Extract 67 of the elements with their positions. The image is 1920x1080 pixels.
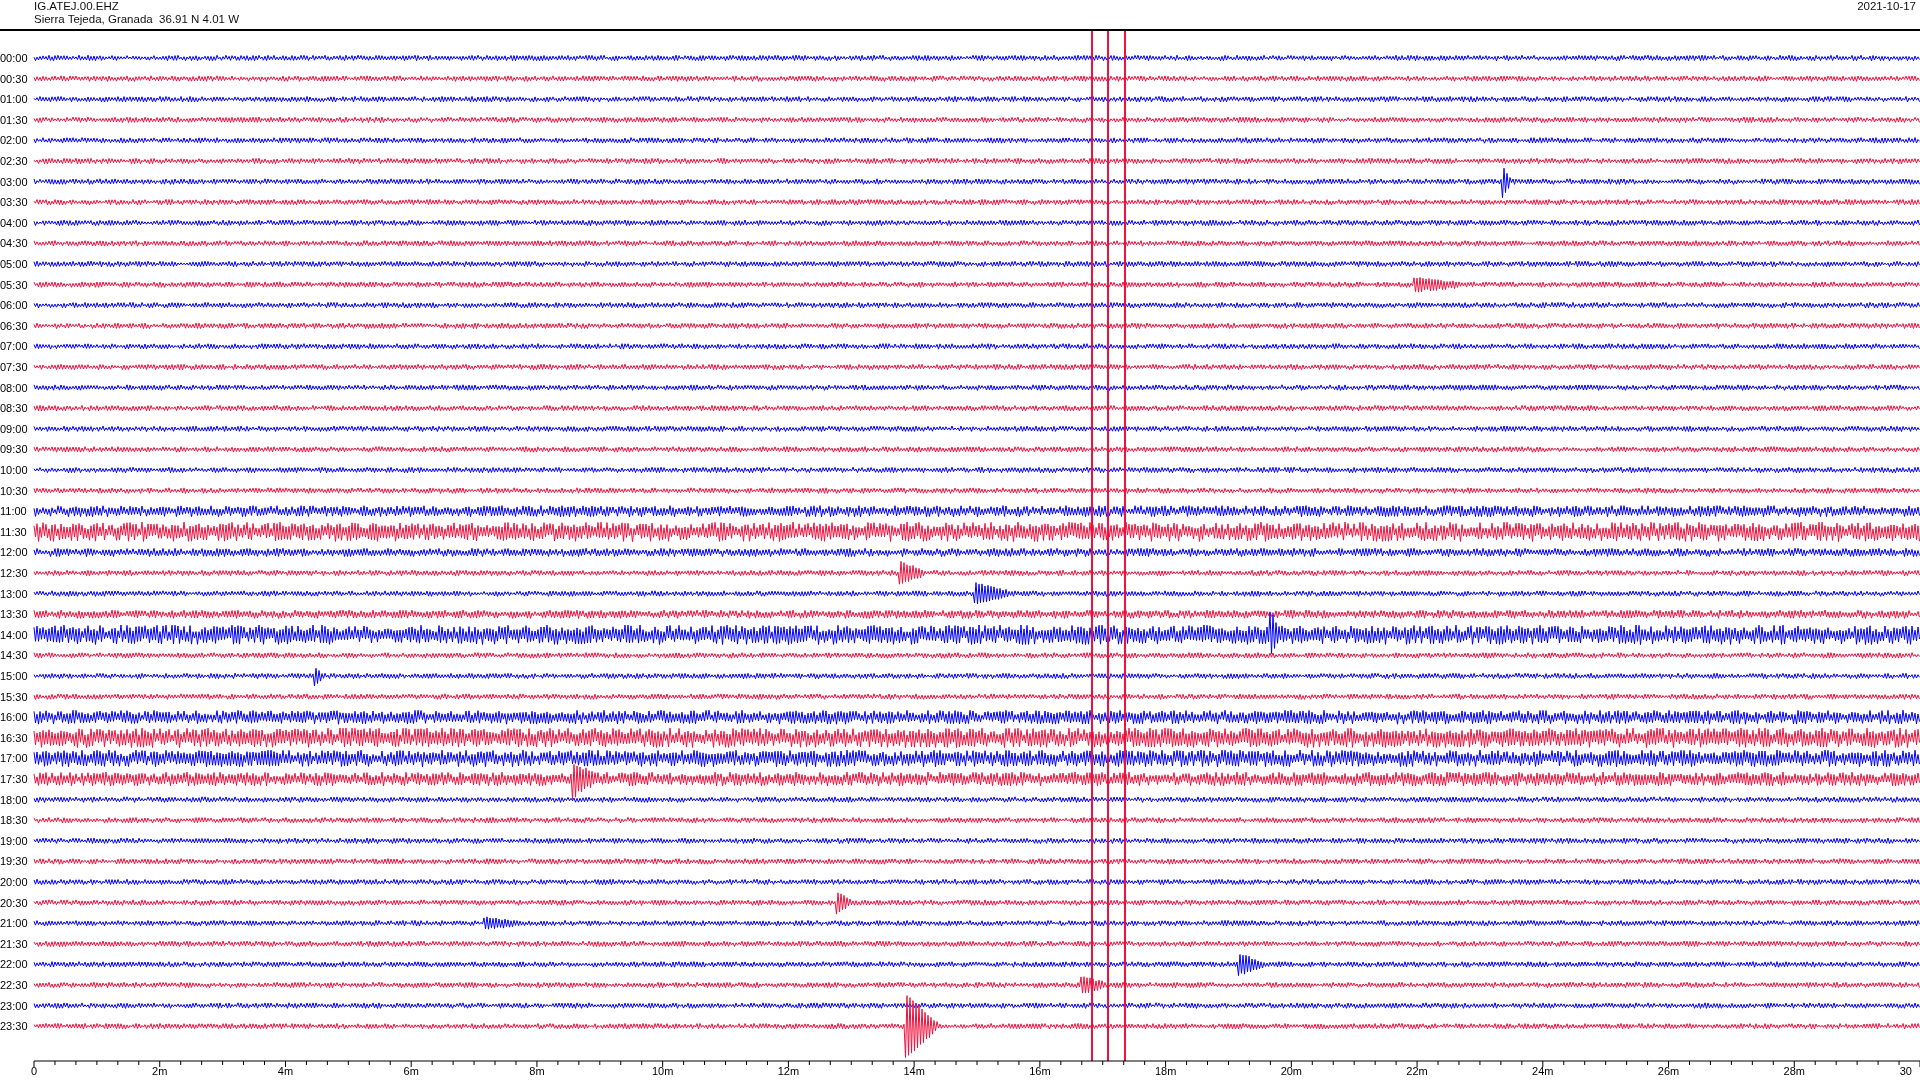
time-label: 19:00	[0, 834, 28, 847]
axis-label: 0	[30, 1065, 38, 1077]
time-label: 10:30	[0, 484, 28, 497]
axis-label: 14m	[903, 1065, 925, 1077]
axis-label: 26m	[1657, 1065, 1680, 1077]
time-label: 14:00	[0, 628, 28, 641]
time-label: 02:30	[0, 155, 28, 167]
time-label: 08:30	[0, 402, 28, 415]
time-label: 07:30	[0, 361, 28, 373]
time-label: 15:00	[0, 670, 28, 682]
axis-label: 22m	[1406, 1065, 1428, 1077]
time-label: 07:00	[0, 340, 28, 353]
time-label: 06:30	[0, 319, 28, 332]
time-label: 13:30	[0, 608, 28, 621]
station-location: Sierra Tejeda, Granada 36.91 N 4.01 W	[34, 13, 239, 26]
time-label: 08:00	[0, 381, 28, 394]
time-label: 05:30	[0, 278, 28, 291]
time-label: 09:30	[0, 443, 28, 456]
time-label: 05:00	[0, 258, 28, 270]
time-label: 12:00	[0, 546, 28, 559]
axis-label: 8m	[529, 1065, 545, 1077]
time-label: 23:00	[0, 999, 28, 1012]
axis-label: 24m	[1532, 1065, 1554, 1077]
axis-label: 16m	[1029, 1065, 1051, 1077]
time-label: 09:00	[0, 422, 28, 435]
time-label: 03:00	[0, 175, 28, 188]
time-label: 16:30	[0, 731, 28, 744]
plot-date: 2021-10-17	[1857, 0, 1916, 13]
time-label: 19:30	[0, 855, 28, 868]
time-label: 20:30	[0, 896, 28, 909]
axis-label: 30	[1899, 1065, 1912, 1077]
time-label: 06:00	[0, 299, 28, 312]
axis-label: 4m	[277, 1065, 294, 1077]
time-label: 23:30	[0, 1020, 28, 1033]
time-label: 11:30	[0, 525, 27, 538]
time-label: 18:00	[0, 793, 28, 806]
time-label: 18:30	[0, 814, 28, 827]
time-label: 02:00	[0, 134, 28, 147]
axis-label: 2m	[152, 1065, 168, 1077]
time-label: 14:30	[0, 649, 28, 662]
time-label: 00:00	[0, 52, 28, 64]
time-label: 21:30	[0, 937, 28, 950]
time-label: 21:00	[0, 917, 28, 930]
time-label: 15:30	[0, 690, 28, 703]
axis-label: 18m	[1154, 1065, 1177, 1077]
time-label: 22:30	[0, 979, 28, 991]
time-label: 12:30	[0, 567, 28, 579]
time-label: 13:00	[0, 587, 28, 600]
station-code: IG.ATEJ.00.EHZ	[34, 0, 120, 13]
time-label: 16:00	[0, 711, 28, 724]
time-label: 01:00	[0, 93, 28, 106]
time-label: 10:00	[0, 464, 28, 476]
axis-label: 28m	[1783, 1065, 1805, 1077]
axis-label: 12m	[777, 1065, 800, 1077]
time-label: 11:00	[0, 505, 27, 518]
time-label: 03:30	[0, 196, 28, 209]
time-label: 17:00	[0, 752, 28, 765]
axis-label: 20m	[1280, 1065, 1303, 1077]
time-label: 20:00	[0, 876, 28, 888]
axis-label: 10m	[651, 1065, 674, 1077]
time-label: 04:30	[0, 237, 28, 250]
time-label: 00:30	[0, 72, 28, 85]
time-label: 04:00	[0, 216, 28, 229]
time-label: 01:30	[0, 113, 28, 126]
axis-label: 6m	[403, 1065, 419, 1077]
time-label: 17:30	[0, 773, 28, 785]
time-label: 22:00	[0, 958, 28, 971]
